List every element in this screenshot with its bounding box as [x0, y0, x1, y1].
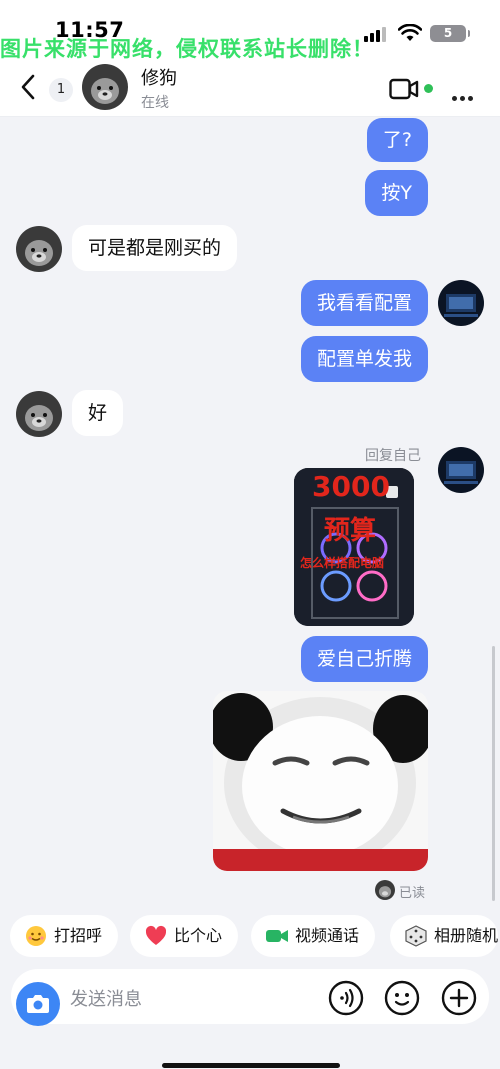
wave-face-icon: [26, 926, 46, 946]
message-bubble-outgoing[interactable]: 按Y: [365, 170, 428, 216]
heart-icon: [145, 925, 167, 945]
quick-action-label: 相册随机: [434, 926, 499, 945]
contact-avatar[interactable]: [16, 391, 62, 437]
my-avatar[interactable]: [438, 280, 484, 326]
quick-action-heart[interactable]: 比个心: [130, 915, 239, 957]
video-call-icon[interactable]: [389, 78, 419, 100]
add-more-icon[interactable]: [441, 980, 477, 1016]
message-bubble-outgoing[interactable]: 配置单发我: [300, 336, 428, 382]
video-icon: [266, 930, 288, 942]
emoji-icon[interactable]: [384, 980, 420, 1016]
read-receipt-avatar: [375, 880, 395, 900]
reply-label: 回复自己: [365, 448, 421, 464]
home-indicator: [162, 1063, 340, 1068]
quick-action-label: 视频通话: [295, 926, 360, 945]
image-text-budget: 预算: [324, 516, 377, 546]
battery-icon: 5: [430, 25, 470, 42]
voice-input-icon[interactable]: [328, 980, 364, 1016]
sticker-panda-meme[interactable]: [213, 691, 428, 871]
unread-count-badge[interactable]: 1: [49, 78, 73, 102]
read-receipt: 已读: [399, 886, 426, 901]
quick-actions-bar: 打招呼 比个心 视频通话 相册随机: [0, 908, 500, 964]
more-options-icon[interactable]: [452, 86, 476, 105]
image-text-question: 怎么样搭配电脑: [300, 556, 385, 570]
dice-icon: [405, 925, 427, 947]
camera-icon: [27, 995, 49, 1013]
image-text-3000: 3000: [312, 470, 390, 503]
image-message-pc-build[interactable]: 3000 预算 怎么样搭配电脑: [294, 468, 414, 626]
back-arrow-icon[interactable]: [18, 74, 40, 100]
camera-button[interactable]: [16, 982, 60, 1026]
quick-action-wave[interactable]: 打招呼: [10, 915, 119, 957]
online-dot: [424, 84, 433, 93]
quick-action-video[interactable]: 视频通话: [251, 915, 376, 957]
chat-messages[interactable]: 了? 按Y 可是都是刚买的 我看看配置 配置单发我 好 回复自己 3000 预算…: [0, 118, 500, 908]
contact-avatar[interactable]: [82, 64, 128, 110]
quick-action-label: 比个心: [174, 926, 223, 945]
chat-scrollbar[interactable]: [492, 646, 495, 901]
message-bubble-outgoing[interactable]: 爱自己折腾: [300, 636, 428, 682]
contact-name[interactable]: 修狗: [141, 64, 177, 90]
message-bubble-outgoing[interactable]: 我看看配置: [300, 280, 428, 326]
online-status: 在线: [141, 95, 169, 111]
my-avatar[interactable]: [438, 447, 484, 493]
message-input-bar: [0, 964, 500, 1069]
contact-avatar[interactable]: [16, 226, 62, 272]
quick-action-label: 打招呼: [54, 926, 103, 945]
message-bubble-incoming[interactable]: 可是都是刚买的: [72, 225, 238, 271]
message-bubble-outgoing[interactable]: 了?: [366, 118, 428, 162]
message-input[interactable]: [70, 986, 310, 1012]
message-bubble-incoming[interactable]: 好: [72, 390, 124, 436]
wifi-icon: [398, 24, 422, 41]
quick-action-dice[interactable]: 相册随机: [390, 915, 499, 957]
watermark-text: 图片来源于网络，侵权联系站长删除！: [0, 37, 374, 61]
